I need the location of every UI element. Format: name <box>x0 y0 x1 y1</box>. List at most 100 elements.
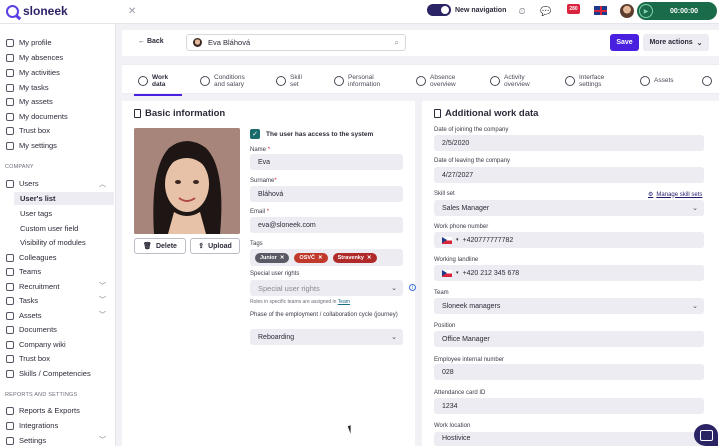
sidebar-subitem-users-list[interactable]: User's list <box>14 192 114 205</box>
special-rights-select[interactable]: Special user rights ⌄ <box>250 280 403 296</box>
sidebar-item-label: Tasks <box>19 296 39 305</box>
wiki-icon <box>6 340 14 349</box>
documents-icon <box>6 112 14 121</box>
sidebar-item-company-trust-box[interactable]: Trust box <box>6 354 50 363</box>
sidebar-item-assets[interactable]: Assets <box>6 311 42 320</box>
sidebar-item-users[interactable]: Users <box>6 179 39 188</box>
sidebar-item-my-profile[interactable]: My profile <box>6 38 52 47</box>
name-field[interactable]: Eva <box>250 154 403 170</box>
sidebar-item-my-activities[interactable]: My activities <box>6 68 60 77</box>
tab-more[interactable] <box>702 70 712 92</box>
sidebar-item-my-settings[interactable]: My settings <box>6 141 57 150</box>
tab-activity-overview[interactable]: Activity overview <box>490 70 538 92</box>
users-icon <box>6 179 14 188</box>
language-uk-flag-icon[interactable] <box>594 6 607 15</box>
back-label: Back <box>146 38 164 45</box>
tab-interface-settings[interactable]: Interface settings <box>565 70 613 92</box>
phase-select[interactable]: Reboarding ⌄ <box>250 329 403 345</box>
special-rights-note: Roles in specific teams are assigned in … <box>250 299 350 305</box>
time-tracker[interactable]: ▶ 00:00:00 <box>637 2 717 20</box>
phase-value: Reboarding <box>258 333 295 341</box>
internal-number-field[interactable]: 028 <box>434 364 704 380</box>
sidebar-item-documents[interactable]: Documents <box>6 325 57 334</box>
sidebar-subitem-visibility-of-modules[interactable]: Visibility of modules <box>20 238 86 247</box>
close-icon[interactable]: ✕ <box>318 255 323 261</box>
work-phone-field[interactable]: ▾ +420777777782 <box>434 232 704 248</box>
leave-date-field[interactable]: 4/27/2027 <box>434 167 704 183</box>
tab-conditions-salary[interactable]: Conditions and salary <box>200 70 254 92</box>
attendance-card-field[interactable]: 1234 <box>434 398 704 414</box>
logo[interactable]: sloneek <box>6 4 68 18</box>
sidebar-item-company-wiki[interactable]: Company wiki <box>6 340 66 349</box>
sidebar-item-reports-exports[interactable]: Reports & Exports <box>6 406 80 415</box>
manage-skill-sets-link[interactable]: ⚙ Manage skill sets <box>648 191 702 199</box>
tab-absence-overview[interactable]: Absence overview <box>416 70 464 92</box>
sidebar-item-skills[interactable]: Skills / Competencies <box>6 369 91 378</box>
sidebar-item-label: Company wiki <box>19 340 66 349</box>
tab-assets[interactable]: Assets <box>640 70 674 92</box>
chevron-up-icon[interactable]: ︿ <box>99 179 106 189</box>
sidebar-subitem-user-tags[interactable]: User tags <box>20 209 52 218</box>
sidebar-subitem-custom-user-field[interactable]: Custom user field <box>20 224 78 233</box>
save-button[interactable]: Save <box>610 34 639 51</box>
system-access-checkbox[interactable]: ✓ <box>250 129 260 139</box>
info-icon[interactable]: i <box>409 284 416 291</box>
back-button[interactable]: ← Back <box>138 38 164 45</box>
sidebar-item-trust-box[interactable]: Trust box <box>6 126 50 135</box>
join-date-field[interactable]: 2/5/2020 <box>434 135 704 151</box>
main-content: ← Back Eva Bláhová ⌕ Save More actions ⌄ … <box>116 24 719 446</box>
sidebar-item-colleagues[interactable]: Colleagues <box>6 253 57 262</box>
sidebar-item-recruitment[interactable]: Recruitment <box>6 282 59 291</box>
skill-set-select[interactable]: Sales Manager ⌄ <box>434 200 704 216</box>
tab-work-data[interactable]: Work data <box>134 70 182 96</box>
caret-down-icon[interactable]: ▾ <box>456 270 459 276</box>
user-avatar[interactable] <box>620 4 634 18</box>
chat-icon[interactable]: 💬 <box>540 5 552 17</box>
email-field[interactable]: eva@sloneek.com <box>250 217 403 233</box>
caret-down-icon[interactable]: ▾ <box>456 237 459 243</box>
reports-icon <box>6 406 14 415</box>
upload-photo-button[interactable]: ⇪ Upload <box>190 238 240 254</box>
delete-photo-button[interactable]: 🗑 Delete <box>134 238 186 254</box>
notifications-badge[interactable]: 280 <box>567 4 580 14</box>
sidebar-item-tasks[interactable]: Tasks <box>6 296 38 305</box>
sidebar-item-label: My documents <box>19 112 68 121</box>
team-link[interactable]: Team <box>338 299 350 305</box>
tag-osvc[interactable]: OSVČ ✕ <box>294 252 328 263</box>
chevron-down-icon[interactable]: ﹀ <box>99 295 106 305</box>
sidebar-item-settings[interactable]: Settings <box>6 436 46 445</box>
tab-skill-set[interactable]: Skill set <box>276 70 306 92</box>
team-select[interactable]: Sloneek managers ⌄ <box>434 298 704 314</box>
employee-selector[interactable]: Eva Bláhová ⌕ <box>186 34 406 51</box>
sidebar-item-my-tasks[interactable]: My tasks <box>6 83 49 92</box>
position-field[interactable]: Office Manager <box>434 331 704 347</box>
chevron-down-icon[interactable]: ﹀ <box>99 435 106 445</box>
timer-status-icon[interactable]: ⏲ <box>516 5 528 17</box>
tab-personal-information[interactable]: Personal information <box>334 70 388 92</box>
czech-flag-icon <box>442 269 452 277</box>
play-icon[interactable]: ▶ <box>639 4 653 18</box>
sidebar-item-label: Reports & Exports <box>19 406 80 415</box>
sidebar-item-my-assets[interactable]: My assets <box>6 97 53 106</box>
close-menu-icon[interactable]: ✕ <box>128 6 136 17</box>
close-icon[interactable]: ✕ <box>367 255 372 261</box>
sidebar-item-teams[interactable]: Teams <box>6 267 41 276</box>
work-location-field[interactable]: Hostivice <box>434 432 704 446</box>
chevron-down-icon[interactable]: ﹀ <box>99 281 106 291</box>
surname-field[interactable]: Bláhová <box>250 186 403 202</box>
sidebar-item-label: My assets <box>19 97 53 106</box>
more-actions-button[interactable]: More actions ⌄ <box>643 34 709 51</box>
search-icon[interactable]: ⌕ <box>395 38 399 48</box>
landline-field[interactable]: ▾ +420 212 345 678 <box>434 265 704 281</box>
tag-junior[interactable]: Junior ✕ <box>255 252 290 263</box>
chevron-down-icon[interactable]: ﹀ <box>99 310 106 320</box>
tag-stravenky[interactable]: Stravenky ✕ <box>332 252 377 263</box>
sidebar-item-my-documents[interactable]: My documents <box>6 112 68 121</box>
new-navigation-toggle[interactable] <box>427 4 451 16</box>
sidebar-item-my-absences[interactable]: My absences <box>6 53 63 62</box>
tags-field[interactable]: Junior ✕ OSVČ ✕ Stravenky ✕ <box>250 249 403 266</box>
sidebar-item-integrations[interactable]: Integrations <box>6 421 58 430</box>
close-icon[interactable]: ✕ <box>280 255 285 261</box>
special-rights-placeholder: Special user rights <box>258 283 320 293</box>
support-chat-icon[interactable] <box>694 424 718 446</box>
